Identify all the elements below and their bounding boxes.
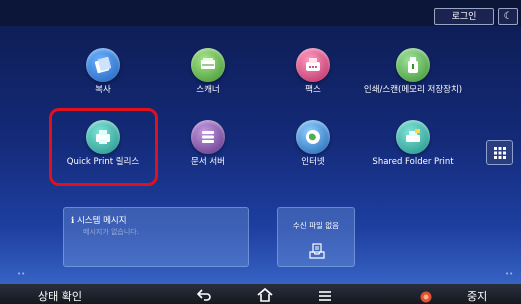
home-icon[interactable] <box>256 287 274 304</box>
app-shared-folder-print[interactable]: Shared Folder Print <box>358 120 468 167</box>
app-shared-folder-print-label: Shared Folder Print <box>372 157 454 167</box>
app-internet[interactable]: 인터넷 <box>258 120 368 167</box>
usb-icon <box>396 48 430 82</box>
fax-icon <box>296 48 330 82</box>
stop-button[interactable]: 중지 <box>467 288 487 304</box>
menu-icon[interactable] <box>318 287 332 304</box>
status-check-button[interactable]: 상태 확인 <box>38 288 82 304</box>
stop-icon[interactable] <box>420 288 432 304</box>
app-memory-print-scan[interactable]: 인쇄/스캔(메모리 저장장치) <box>358 48 468 95</box>
app-copy-label: 복사 <box>95 85 111 95</box>
system-message-title-text: 시스템 메시지 <box>76 216 127 226</box>
top-bar: 로그인 ☾ <box>0 0 521 26</box>
home-screen: 로그인 ☾ 복사 스캐너 팩스 인쇄/스캔(메모리 저장장치) Quick Pr… <box>0 0 521 304</box>
received-files-widget[interactable]: 수신 파일 없음 <box>277 207 355 267</box>
app-scanner[interactable]: 스캐너 <box>153 48 263 95</box>
page-indicator-left: •• <box>17 270 26 278</box>
scanner-icon <box>191 48 225 82</box>
selection-highlight <box>49 108 158 186</box>
globe-icon <box>296 120 330 154</box>
system-message-widget[interactable]: ℹ 시스템 메시지 메시지가 없습니다. <box>63 207 249 267</box>
system-message-body: 메시지가 없습니다. <box>83 228 139 236</box>
copy-icon <box>86 48 120 82</box>
info-icon: ℹ <box>71 216 75 226</box>
page-indicator-right: •• <box>505 270 514 278</box>
system-message-title: ℹ 시스템 메시지 <box>71 214 127 226</box>
shared-folder-print-icon <box>396 120 430 154</box>
bottom-bar: 상태 확인 중지 <box>0 284 521 304</box>
back-icon[interactable] <box>196 287 212 304</box>
app-list-icon[interactable] <box>486 140 513 165</box>
document-server-icon <box>191 120 225 154</box>
inbox-tray-icon <box>308 242 326 264</box>
app-document-server-label: 문서 서버 <box>191 157 225 167</box>
login-button[interactable]: 로그인 <box>434 8 494 25</box>
app-scanner-label: 스캐너 <box>196 85 220 95</box>
app-memory-print-scan-label: 인쇄/스캔(메모리 저장장치) <box>363 85 463 95</box>
app-internet-label: 인터넷 <box>301 157 325 167</box>
app-copy[interactable]: 복사 <box>48 48 158 95</box>
app-fax[interactable]: 팩스 <box>258 48 368 95</box>
app-fax-label: 팩스 <box>305 85 321 95</box>
moon-icon[interactable]: ☾ <box>498 8 518 25</box>
app-document-server[interactable]: 문서 서버 <box>153 120 263 167</box>
received-files-title: 수신 파일 없음 <box>292 221 340 230</box>
